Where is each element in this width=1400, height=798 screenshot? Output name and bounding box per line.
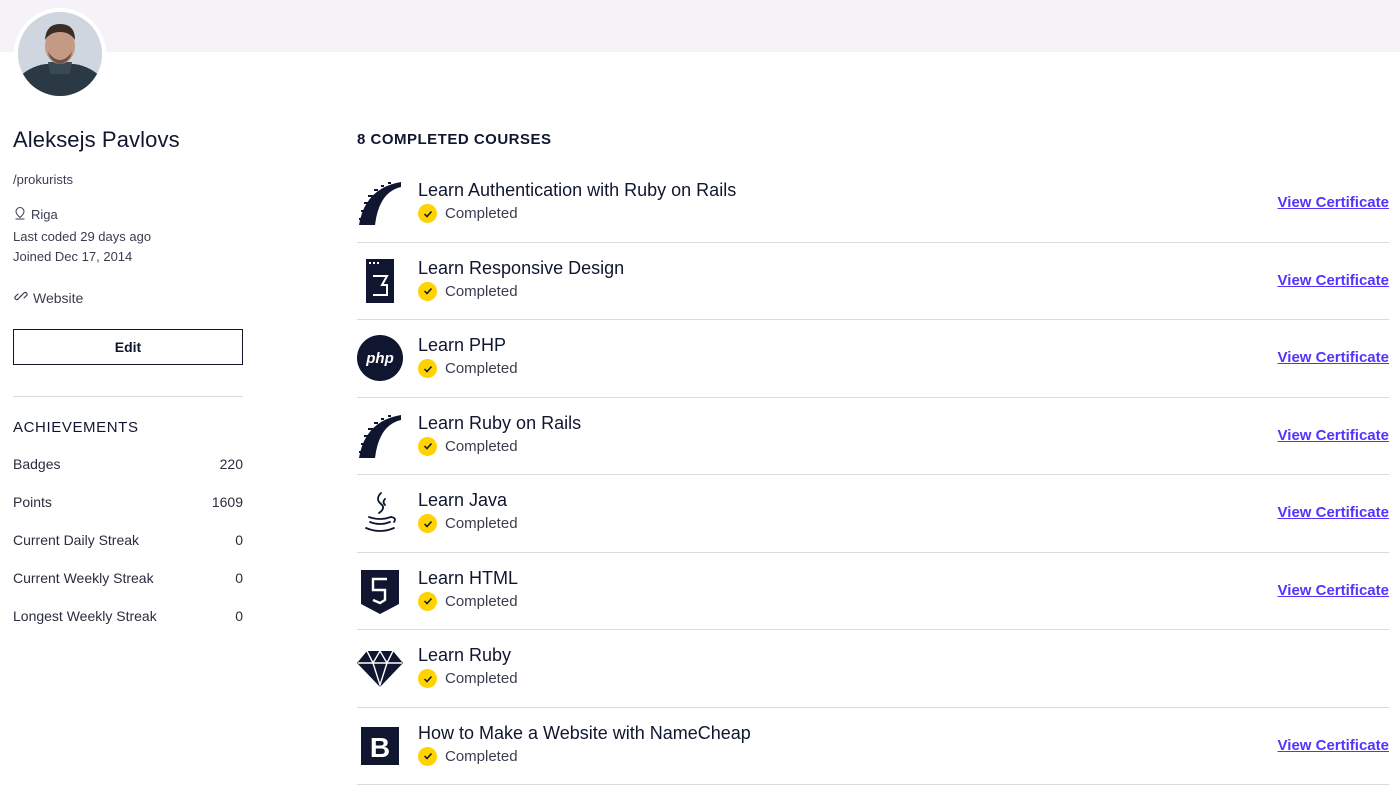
stat-value: 220 xyxy=(219,456,243,472)
course-name[interactable]: Learn Ruby xyxy=(418,645,511,666)
stat-row-badges: Badges 220 xyxy=(13,456,243,472)
stat-label: Badges xyxy=(13,456,61,472)
completed-courses-title: 8 COMPLETED COURSES xyxy=(357,131,552,148)
sidebar-divider xyxy=(13,396,243,397)
view-certificate-link[interactable]: View Certificate xyxy=(1278,582,1389,599)
view-certificate-link[interactable]: View Certificate xyxy=(1278,272,1389,289)
status-text: Completed xyxy=(445,282,518,300)
list-item: Learn Ruby on Rails Completed View Certi… xyxy=(357,398,1389,475)
php-icon: php xyxy=(357,335,403,381)
list-item: php Learn PHP Completed View Certificate xyxy=(357,320,1389,398)
status-text: Completed xyxy=(445,592,518,610)
course-status: Completed xyxy=(418,514,518,533)
course-name[interactable]: Learn PHP xyxy=(418,335,506,356)
location-pin-icon xyxy=(13,206,27,223)
stat-label: Current Weekly Streak xyxy=(13,570,154,586)
location-text: Riga xyxy=(31,207,58,222)
ruby-gem-icon xyxy=(357,645,403,691)
avatar-photo xyxy=(18,12,102,96)
joined-date: Joined Dec 17, 2014 xyxy=(13,249,133,264)
user-name: Aleksejs Pavlovs xyxy=(13,127,180,152)
list-item: Learn Authentication with Ruby on Rails … xyxy=(357,165,1389,243)
rails-icon xyxy=(357,180,403,226)
view-certificate-link[interactable]: View Certificate xyxy=(1278,504,1389,521)
css3-icon xyxy=(357,258,403,304)
stat-row-daily-streak: Current Daily Streak 0 xyxy=(13,532,243,548)
course-name[interactable]: Learn Responsive Design xyxy=(418,258,624,279)
check-icon xyxy=(418,746,437,766)
user-handle: /prokurists xyxy=(13,172,73,187)
course-name[interactable]: How to Make a Website with NameCheap xyxy=(418,723,751,744)
stat-row-longest-weekly-streak: Longest Weekly Streak 0 xyxy=(13,608,243,624)
status-text: Completed xyxy=(445,670,518,687)
list-item: B How to Make a Website with NameCheap C… xyxy=(357,708,1389,785)
course-status: Completed xyxy=(418,204,518,223)
list-item: Learn Java Completed View Certificate xyxy=(357,475,1389,553)
view-certificate-link[interactable]: View Certificate xyxy=(1278,194,1389,211)
link-icon xyxy=(13,288,29,307)
achievements-title: ACHIEVEMENTS xyxy=(13,419,139,436)
course-status: Completed xyxy=(418,359,518,378)
location: Riga xyxy=(13,206,58,223)
stat-value: 0 xyxy=(235,570,243,586)
status-text: Completed xyxy=(445,747,518,765)
course-status: Completed xyxy=(418,591,518,611)
stat-label: Points xyxy=(13,494,52,510)
check-icon xyxy=(418,204,437,223)
course-status: Completed xyxy=(418,746,518,766)
last-coded: Last coded 29 days ago xyxy=(13,229,152,244)
status-text: Completed xyxy=(445,205,518,222)
stat-value: 1609 xyxy=(211,494,243,510)
stat-value: 0 xyxy=(235,608,243,624)
status-text: Completed xyxy=(445,437,518,455)
view-certificate-link[interactable]: View Certificate xyxy=(1278,349,1389,366)
course-name[interactable]: Learn Java xyxy=(418,490,507,511)
course-name[interactable]: Learn Ruby on Rails xyxy=(418,413,581,434)
stat-value: 0 xyxy=(235,532,243,548)
course-status: Completed xyxy=(418,669,518,688)
check-icon xyxy=(418,669,437,688)
status-text: Completed xyxy=(445,360,518,377)
status-text: Completed xyxy=(445,515,518,532)
svg-text:B: B xyxy=(370,732,390,763)
list-item: Learn Ruby Completed xyxy=(357,630,1389,708)
course-name[interactable]: Learn Authentication with Ruby on Rails xyxy=(418,180,736,201)
list-item: Learn Responsive Design Completed View C… xyxy=(357,243,1389,320)
check-icon xyxy=(418,281,437,301)
java-icon xyxy=(357,490,403,536)
check-icon xyxy=(418,359,437,378)
html5-icon xyxy=(357,568,403,614)
course-list: Learn Authentication with Ruby on Rails … xyxy=(357,165,1389,785)
course-name[interactable]: Learn HTML xyxy=(418,568,518,589)
rails-icon xyxy=(357,413,403,459)
avatar[interactable] xyxy=(14,8,106,100)
view-certificate-link[interactable]: View Certificate xyxy=(1278,427,1389,444)
svg-text:php: php xyxy=(365,350,394,367)
check-icon xyxy=(418,436,437,456)
edit-profile-button[interactable]: Edit xyxy=(13,329,243,365)
course-status: Completed xyxy=(418,281,518,301)
website-label: Website xyxy=(33,289,84,306)
website-link[interactable]: Website xyxy=(13,288,83,307)
header-band xyxy=(0,0,1400,52)
stat-row-weekly-streak: Current Weekly Streak 0 xyxy=(13,570,243,586)
view-certificate-link[interactable]: View Certificate xyxy=(1278,737,1389,754)
check-icon xyxy=(418,514,437,533)
check-icon xyxy=(418,591,437,611)
stat-label: Current Daily Streak xyxy=(13,532,140,548)
bootstrap-icon: B xyxy=(357,723,403,769)
list-item: Learn HTML Completed View Certificate xyxy=(357,553,1389,630)
stat-label: Longest Weekly Streak xyxy=(13,608,157,624)
course-status: Completed xyxy=(418,436,518,456)
stat-row-points: Points 1609 xyxy=(13,494,243,510)
